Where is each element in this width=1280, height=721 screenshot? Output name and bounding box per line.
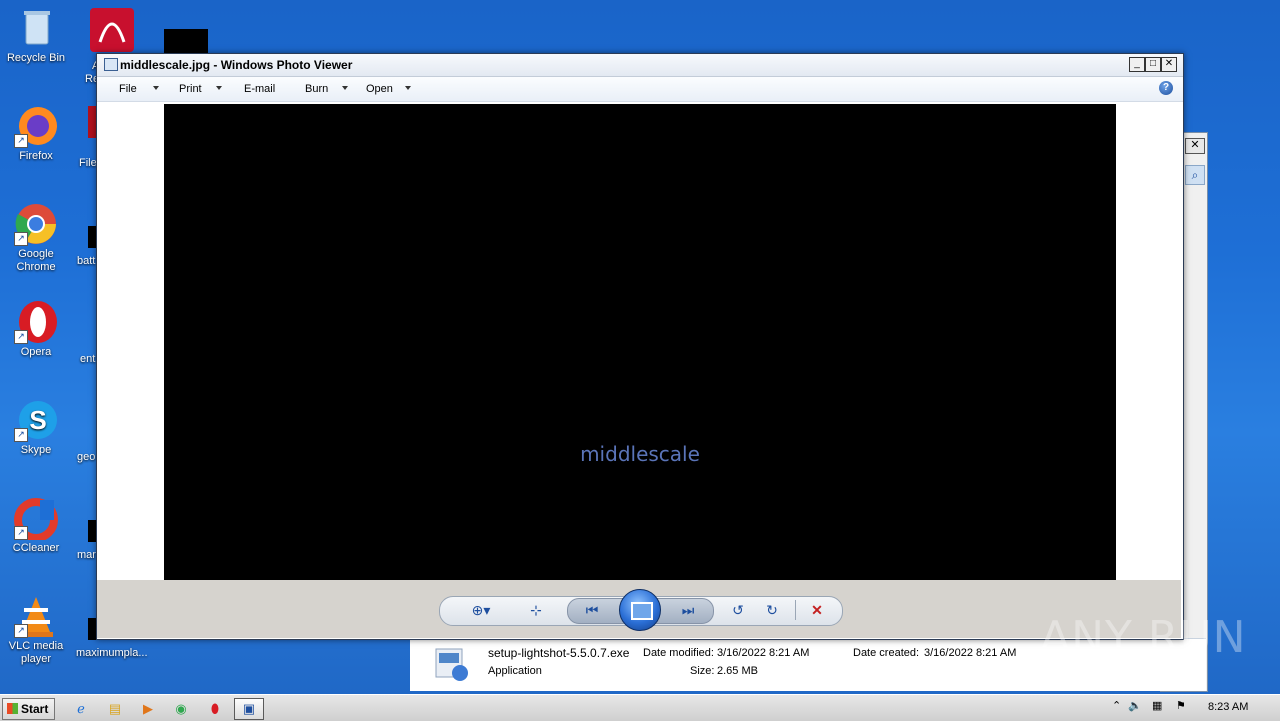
desktop-icon-label: Skype [20,444,52,456]
window-title: middlescale.jpg - Windows Photo Viewer [120,58,353,72]
menu-email[interactable]: E-mail [244,83,275,95]
clock[interactable]: 8:23 AM [1208,701,1248,713]
desktop-icon-label: ent [80,353,96,365]
details-size: 2.65 MB [717,665,758,677]
image-canvas[interactable]: middlescale [97,102,1181,580]
menu-print[interactable]: Print [179,83,202,95]
desktop-icon-label: Opera [20,346,52,358]
rotate-clockwise-icon[interactable]: ↻ [761,602,783,618]
menu-burn[interactable]: Burn [305,83,328,95]
desktop-icon-label: batt [77,255,96,267]
start-button[interactable]: Start [2,698,55,720]
menu-open[interactable]: Open [366,83,393,95]
vlc-icon: ↗ [14,594,58,638]
recycle-bin-icon [14,6,58,50]
taskbar-opera-icon[interactable]: ⬮ [200,698,230,720]
firefox-icon: ↗ [14,104,58,148]
rotate-counterclockwise-icon[interactable]: ↺ [727,602,749,618]
details-date-modified-label: Date modified: [643,647,714,659]
taskbar: Start ℯ ▤ ▶ ◉ ⬮ ▣ ⌃ 🔈 ▦ ⚑ 8:23 AM [0,694,1280,721]
maximize-button[interactable]: □ [1145,57,1161,72]
next-icon[interactable]: ⏭ [677,602,699,618]
chevron-down-icon[interactable] [153,86,159,90]
help-icon[interactable]: ? [1159,81,1173,95]
ccleaner-icon: ↗ [14,496,58,542]
details-date-created: 3/16/2022 8:21 AM [924,647,1017,659]
start-label: Start [21,702,49,716]
action-center-flag-icon[interactable]: ⚑ [1176,699,1186,712]
desktop-icon-label: CCleaner [12,542,60,554]
slideshow-button[interactable] [619,589,661,631]
desktop-icon-recycle-bin[interactable]: Recycle Bin [0,6,72,65]
taskbar-chrome-icon[interactable]: ◉ [166,698,196,720]
actual-size-icon[interactable]: ⊹ [525,602,547,618]
taskbar-photo-viewer-icon[interactable]: ▣ [234,698,264,720]
close-button[interactable]: ✕ [1161,57,1177,72]
opera-icon: ↗ [14,300,58,344]
desktop-icon-label: VLC media player [8,640,64,665]
skype-icon: S ↗ [14,398,58,442]
title-bar[interactable]: middlescale.jpg - Windows Photo Viewer _… [97,54,1183,77]
image-caption: middlescale [580,442,700,466]
zoom-icon[interactable]: ⊕▾ [467,602,495,618]
desktop-icon-thumbnail[interactable] [164,29,208,53]
taskbar-media-player-icon[interactable]: ▶ [133,698,163,720]
chevron-down-icon[interactable] [405,86,411,90]
application-file-icon [434,643,470,683]
desktop-icon-label: File [79,157,97,169]
photo-viewer-app-icon [104,58,118,71]
desktop-icon-google-chrome[interactable]: ↗ Google Chrome [0,202,72,274]
details-size-label: Size: [690,665,715,677]
previous-icon[interactable]: ⏮ [581,602,603,618]
menu-file[interactable]: File [119,83,137,95]
playback-toolbar: ⊕▾ ⊹ ⏮ ⏭ ↺ ↻ ✕ [97,580,1181,638]
acrobat-shortcut-icon[interactable] [90,8,134,52]
photo-viewer-window[interactable]: middlescale.jpg - Windows Photo Viewer _… [96,53,1184,640]
shortcut-arrow-icon: ↗ [14,330,28,344]
anyrun-watermark: ANY RUN [1040,612,1247,663]
desktop-icon-label: maximumpla... [76,647,148,659]
desktop-icon-label: Recycle Bin [6,52,66,64]
details-date-created-label: Date created: [853,647,920,659]
desktop-icon-label: geo [77,451,96,463]
desktop-icon-opera[interactable]: ↗ Opera [0,300,72,359]
taskbar-ie-icon[interactable]: ℯ [66,698,96,720]
taskbar-explorer-icon[interactable]: ▤ [100,698,130,720]
delete-icon[interactable]: ✕ [806,602,828,618]
shortcut-arrow-icon: ↗ [14,526,28,540]
details-file-name: setup-lightshot-5.5.0.7.exe [488,646,630,660]
details-file-type: Application [488,665,542,677]
slideshow-icon [631,602,653,620]
command-bar: File Print E-mail Burn Open ? [97,77,1183,102]
displayed-image: middlescale [164,104,1116,580]
desktop-icon-firefox[interactable]: ↗ Firefox [0,104,72,163]
desktop-icon-ccleaner[interactable]: ↗ CCleaner [0,496,72,555]
desktop-icon-label: Firefox [19,150,53,162]
chrome-icon: ↗ [14,202,58,246]
tray-show-hidden-icon[interactable]: ⌃ [1112,699,1121,712]
desktop-icon-vlc[interactable]: ↗ VLC media player [0,594,72,666]
shortcut-arrow-icon: ↗ [14,232,28,246]
desktop-icon-label: Google Chrome [16,248,56,273]
details-date-modified: 3/16/2022 8:21 AM [717,647,810,659]
shortcut-arrow-icon: ↗ [14,134,28,148]
shortcut-arrow-icon: ↗ [14,624,28,638]
chevron-down-icon[interactable] [216,86,222,90]
svg-text:S: S [29,405,46,435]
explorer-close-button[interactable]: ✕ [1185,138,1205,154]
chevron-down-icon[interactable] [342,86,348,90]
minimize-button[interactable]: _ [1129,57,1145,72]
volume-icon[interactable]: 🔈 [1128,699,1142,712]
desktop-icon-label: mar [77,549,96,561]
shortcut-arrow-icon: ↗ [14,428,28,442]
network-icon[interactable]: ▦ [1152,699,1162,712]
windows-logo-icon [7,703,18,714]
search-icon: ⌕ [1185,165,1205,185]
desktop-icon-skype[interactable]: S ↗ Skype [0,398,72,457]
toolbar-divider [795,600,796,620]
